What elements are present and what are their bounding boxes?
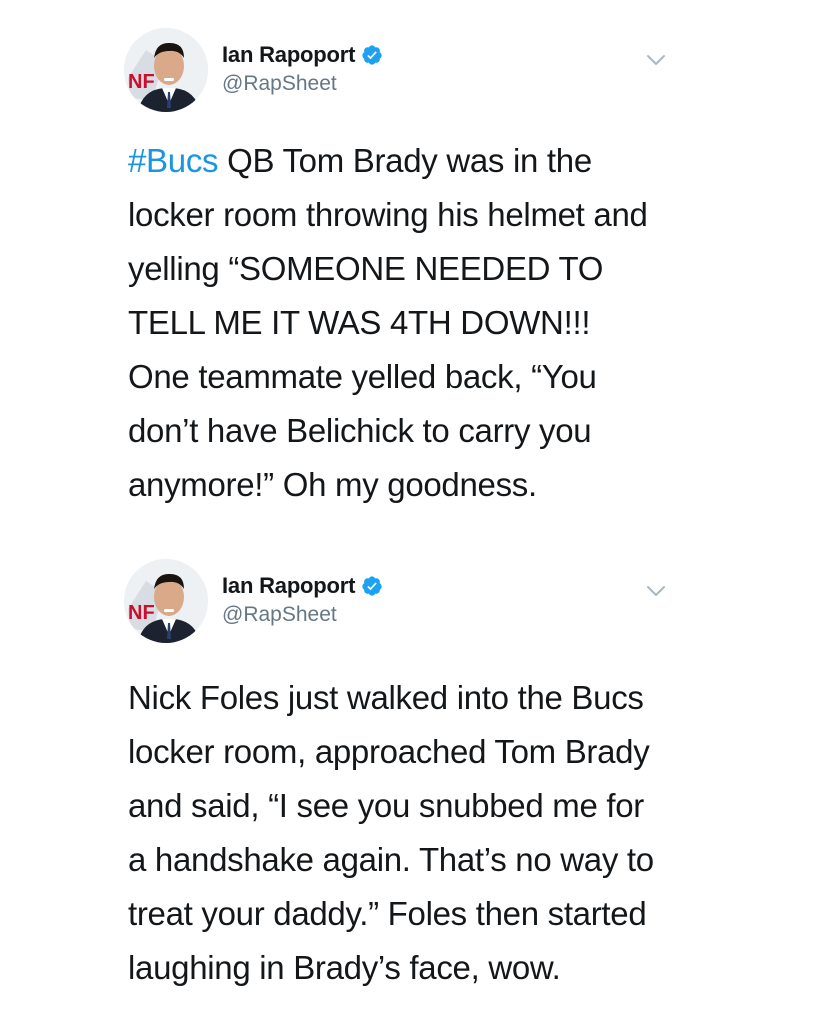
handle[interactable]: @RapSheet [222,72,383,96]
avatar-portrait-icon: NF [124,28,208,112]
tweet-line: TELL ME IT WAS 4TH DOWN!!! [128,304,591,341]
tweet: NF Ian Rapoport @RapSheet #Bucs QB Tom B… [0,22,828,503]
tweet-line: anymore!” Oh my goodness. [128,466,537,503]
verified-badge-icon [362,576,382,596]
tweet-line: locker room throwing his helmet and [128,196,648,233]
tweet-line-text: QB Tom Brady was in the [218,142,592,179]
tweet-line: treat your daddy.” Foles then started [128,895,647,932]
display-name[interactable]: Ian Rapoport [222,42,355,68]
tweet-line: locker room, approached Tom Brady [128,733,650,770]
tweet-line: yelling “SOMEONE NEEDED TO [128,250,604,287]
tweet-text: Nick Foles just walked into the Bucs loc… [128,671,748,995]
author-names: Ian Rapoport @RapSheet [222,40,383,96]
svg-text:NF: NF [128,602,155,624]
avatar-portrait-icon: NF [124,559,208,643]
hashtag-link[interactable]: #Bucs [128,142,219,179]
tweet-text: #Bucs QB Tom Brady was in the locker roo… [128,134,748,512]
tweet-line: One teammate yelled back, “You [128,358,597,395]
chevron-down-icon[interactable] [644,52,668,68]
avatar[interactable]: NF [124,28,208,112]
verified-badge-icon [362,45,382,65]
tweet-line: a handshake again. That’s no way to [128,841,654,878]
author-names: Ian Rapoport @RapSheet [222,571,383,627]
tweet-line: Nick Foles just walked into the Bucs [128,679,644,716]
tweet-line: laughing in Brady’s face, wow. [128,949,561,986]
tweet-line: and said, “I see you snubbed me for [128,787,644,824]
display-name[interactable]: Ian Rapoport [222,573,355,599]
handle[interactable]: @RapSheet [222,603,383,627]
tweet: NF Ian Rapoport @RapSheet Nick Foles jus… [0,553,828,986]
svg-text:NF: NF [128,71,155,93]
chevron-down-icon[interactable] [644,583,668,599]
tweet-header: NF Ian Rapoport @RapSheet [0,553,828,653]
tweet-header: NF Ian Rapoport @RapSheet [0,22,828,122]
tweet-line: don’t have Belichick to carry you [128,412,592,449]
avatar[interactable]: NF [124,559,208,643]
tweet-line: #Bucs QB Tom Brady was in the [128,134,748,188]
